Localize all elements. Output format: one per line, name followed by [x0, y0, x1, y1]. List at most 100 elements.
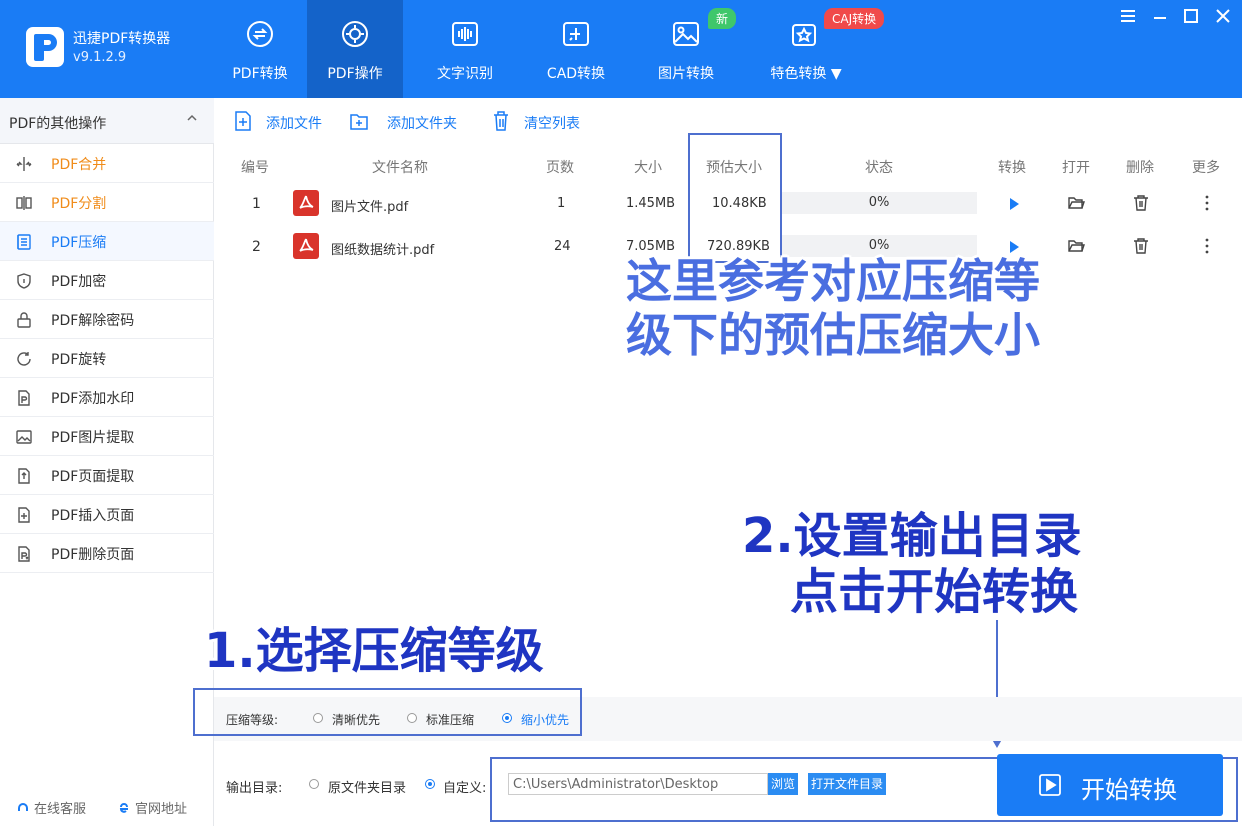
sidebar-item-page-extract[interactable]: PDF页面提取 [0, 456, 214, 495]
refresh-icon [247, 21, 273, 47]
lock-icon [17, 312, 31, 328]
more-options-icon[interactable] [1198, 194, 1216, 212]
tab-label: PDF转换 [232, 66, 288, 82]
folder-open-icon[interactable] [1067, 237, 1085, 255]
sidebar-item-label: PDF插入页面 [51, 508, 135, 524]
folder-open-icon[interactable] [1067, 194, 1085, 212]
col-header-convert: 转换 [998, 160, 1026, 176]
online-support-label: 在线客服 [34, 802, 87, 817]
minimize-icon[interactable] [1150, 6, 1170, 26]
row-status-progress: 0% [781, 192, 977, 214]
sidebar-item-label: PDF加密 [51, 274, 107, 290]
tab-label: 文字识别 [437, 66, 493, 82]
page-extract-icon [18, 468, 30, 484]
sidebar-item-rotate[interactable]: PDF旋转 [0, 339, 214, 378]
rotate-icon [17, 352, 31, 366]
row-file-name: 图片文件.pdf [331, 200, 409, 215]
pdf-file-icon [293, 233, 319, 259]
sidebar-item-split[interactable]: PDF分割 [0, 183, 214, 222]
gear-icon [342, 21, 368, 47]
page-insert-icon [18, 507, 30, 523]
col-header-no: 编号 [241, 160, 269, 176]
tab-pdf-convert[interactable]: PDF转换 [212, 0, 308, 98]
estimate-annotation-line2: 级下的预估压缩大小 [626, 308, 1040, 362]
sidebar-item-compress[interactable]: PDF压缩 [0, 222, 214, 261]
sidebar-item-label: PDF合并 [51, 157, 107, 173]
row-size: 1.45MB [626, 196, 676, 211]
sidebar-header[interactable]: PDF的其他操作 [0, 98, 214, 144]
app-header: 迅捷PDF转换器 v9.1.2.9 PDF转换 PDF操作 文字识别 CAD转换… [0, 0, 1242, 98]
output-dir-label: 输出目录: [226, 781, 283, 796]
sidebar-item-label: PDF分割 [51, 196, 107, 212]
tab-label: 图片转换 [658, 66, 714, 82]
page-delete-icon [18, 546, 30, 562]
output-custom-radio[interactable] [425, 779, 435, 789]
col-header-delete: 删除 [1126, 160, 1154, 176]
sidebar-item-page-insert[interactable]: PDF插入页面 [0, 495, 214, 534]
row-pages: 24 [554, 239, 571, 254]
tab-pdf-operate[interactable]: PDF操作 [307, 0, 403, 98]
estimate-highlight-box [688, 133, 782, 263]
col-header-size: 大小 [634, 160, 662, 176]
clear-list-label: 清空列表 [524, 116, 580, 132]
online-support-link[interactable]: 在线客服 [17, 798, 86, 817]
col-header-open: 打开 [1062, 160, 1090, 176]
badge-new: 新 [708, 8, 737, 29]
output-custom-label[interactable]: 自定义: [443, 777, 491, 796]
merge-icon [16, 157, 32, 171]
col-header-name: 文件名称 [372, 160, 428, 176]
badge-caj[interactable]: CAJ转换 [824, 8, 885, 29]
col-header-more: 更多 [1192, 160, 1220, 176]
close-icon[interactable] [1213, 6, 1233, 26]
step2-annotation-line1: 2.设置输出目录 [742, 508, 1082, 564]
row-no: 2 [252, 239, 261, 255]
app-logo [26, 27, 64, 67]
sidebar-item-watermark[interactable]: PDF添加水印 [0, 378, 214, 417]
website-link[interactable]: 官网地址 [118, 798, 187, 817]
image-extract-icon [16, 430, 32, 444]
sidebar-item-merge[interactable]: PDF合并 [0, 144, 214, 183]
more-options-icon[interactable] [1198, 237, 1216, 255]
tab-cad-convert[interactable]: CAD转换 [528, 0, 624, 98]
row-no: 1 [252, 196, 261, 212]
split-icon [16, 196, 32, 210]
add-folder-icon [350, 114, 368, 130]
sidebar-item-label: PDF图片提取 [51, 430, 135, 446]
trash-icon [494, 111, 508, 131]
start-convert-button[interactable]: 开始转换 [997, 754, 1223, 816]
cad-icon [563, 22, 589, 46]
trash-icon[interactable] [1132, 194, 1150, 212]
tab-label: CAD转换 [546, 66, 606, 82]
start-convert-label: 开始转换 [1081, 776, 1177, 804]
website-label: 官网地址 [135, 802, 188, 817]
row-size: 7.05MB [626, 239, 676, 254]
tab-label: PDF操作 [327, 66, 383, 82]
maximize-icon[interactable] [1181, 6, 1201, 26]
add-file-button[interactable]: 添加文件 [233, 110, 333, 134]
sidebar-item-image-extract[interactable]: PDF图片提取 [0, 417, 214, 456]
row-file-name: 图纸数据统计.pdf [331, 243, 435, 258]
output-source-radio[interactable] [309, 779, 319, 789]
sidebar-title: PDF的其他操作 [9, 116, 107, 132]
menu-icon[interactable] [1118, 6, 1138, 26]
chevron-up-icon[interactable] [186, 112, 198, 124]
sidebar-item-label: PDF添加水印 [51, 391, 135, 407]
output-source-label[interactable]: 原文件夹目录 [328, 777, 406, 796]
sidebar-item-unlock[interactable]: PDF解除密码 [0, 300, 214, 339]
trash-icon[interactable] [1132, 237, 1150, 255]
sidebar-item-page-delete[interactable]: PDF删除页面 [0, 534, 214, 573]
estimate-annotation-line1: 这里参考对应压缩等 [626, 254, 1040, 308]
add-file-icon [235, 111, 251, 131]
add-folder-button[interactable]: 添加文件夹 [349, 110, 469, 134]
sidebar-item-encrypt[interactable]: PDF加密 [0, 261, 214, 300]
tab-label: 特色转换 ▼ [770, 66, 842, 82]
sidebar-item-label: PDF删除页面 [51, 547, 135, 563]
play-icon[interactable] [1005, 195, 1023, 213]
sidebar-item-label: PDF页面提取 [51, 469, 135, 485]
chevron-down-icon: ▼ [830, 66, 842, 82]
pdf-file-icon [293, 190, 319, 216]
tab-ocr[interactable]: 文字识别 [417, 0, 513, 98]
ie-icon [119, 803, 128, 813]
sidebar-item-label: PDF旋转 [51, 352, 107, 368]
clear-list-button[interactable]: 清空列表 [491, 110, 591, 134]
